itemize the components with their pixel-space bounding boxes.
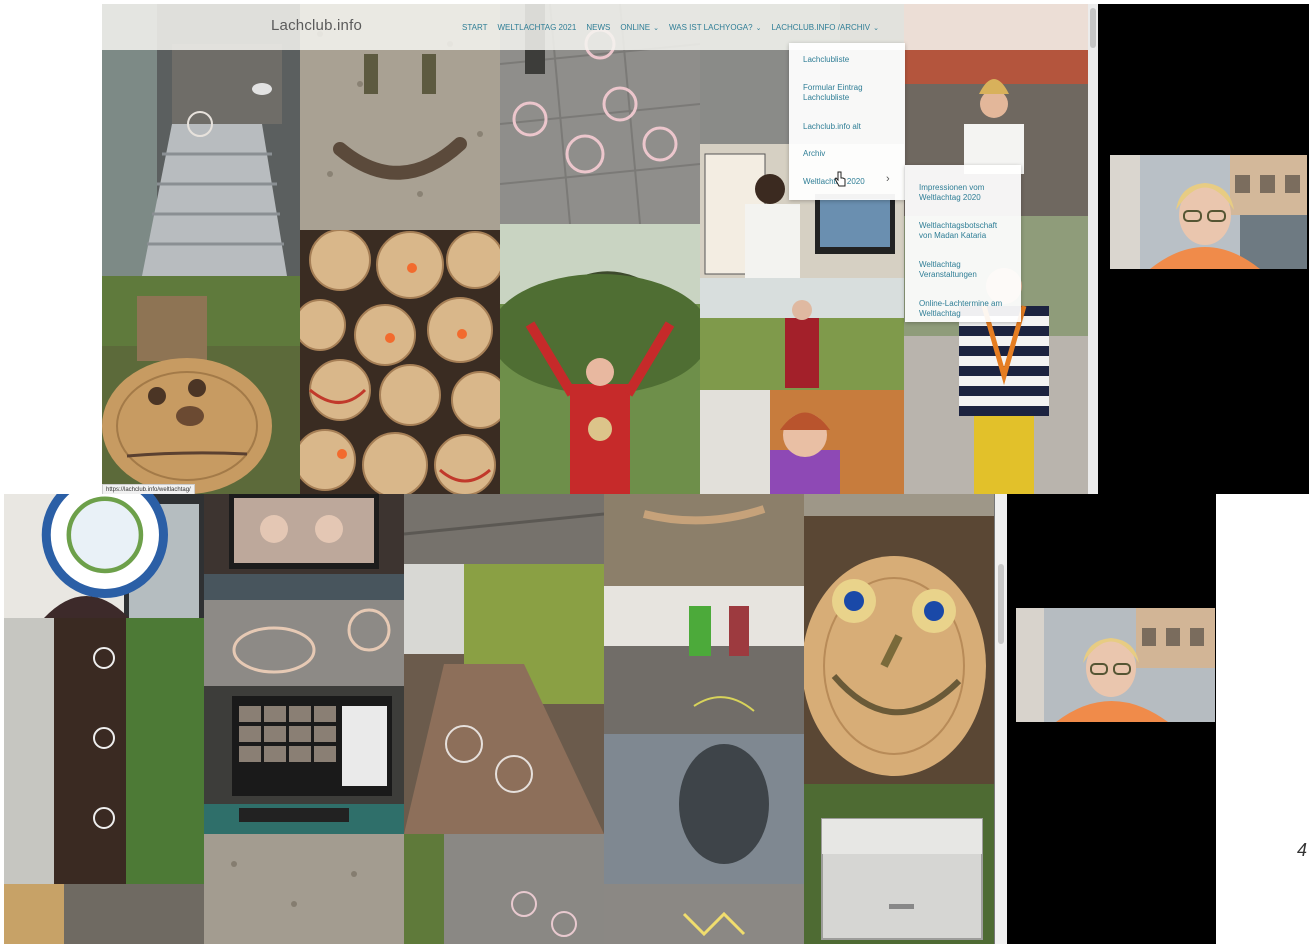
photo-woman-field — [700, 278, 904, 390]
video-panel-right-top — [1098, 4, 1309, 494]
photo-computer-zoom-call — [204, 494, 404, 600]
photo-pavement-chalk-drawing — [204, 600, 404, 686]
browser-window-lachclub: Lachclub.info START WELTLACHTAG 2021 NEW… — [102, 4, 1098, 494]
photo-monitor-zoom-gallery — [204, 686, 404, 834]
page-number: 4 — [1297, 840, 1308, 860]
photo-gravel-ground — [204, 834, 404, 944]
photo-woman-purple-door — [700, 390, 904, 494]
photo-woman-red-garden — [500, 224, 700, 494]
menu-item-lachclubliste[interactable]: Lachclubliste — [803, 55, 899, 65]
photo-log-face-blue-eyes — [804, 516, 994, 784]
scrollbar-thumb-bottom[interactable] — [998, 564, 1004, 644]
nav-item-weltlachtag-2021[interactable]: WELTLACHTAG 2021 — [497, 23, 576, 32]
photo-street-asphalt — [404, 494, 604, 564]
lachyoga-badge-icon — [41, 494, 168, 598]
photo-wooden-door-smileys — [4, 618, 204, 884]
photo-brick-path-chalk — [404, 564, 604, 834]
dropdown-weltlachtag-submenu: Impressionen vom Weltlachtag 2020 Weltla… — [905, 165, 1021, 322]
site-logo[interactable]: Lachclub.info — [271, 17, 362, 34]
photo-sand-chain — [604, 494, 804, 586]
photo-people-street-chalk — [604, 586, 804, 734]
participant-video-woman-glasses[interactable] — [1110, 155, 1307, 269]
menu-item-weltlachtag-veranstaltungen[interactable]: Weltlachtag Veranstaltungen — [919, 260, 999, 280]
vertical-scrollbar-bottom[interactable] — [995, 494, 1007, 944]
video-panel-right-bottom — [1007, 494, 1216, 944]
menu-item-impressionen[interactable]: Impressionen vom Weltlachtag 2020 — [919, 183, 1005, 203]
photo-gravel-strip — [804, 494, 994, 516]
chevron-right-icon: › — [886, 173, 890, 185]
vertical-scrollbar[interactable] — [1088, 4, 1098, 494]
gallery-window-bottom — [4, 494, 1007, 944]
menu-item-lachclub-info-alt[interactable]: Lachclub.info alt — [803, 122, 899, 132]
photo-tree-stump-face — [102, 276, 300, 494]
menu-item-online-lachtermine[interactable]: Online-Lachtermine am Weltlachtag — [919, 299, 1005, 319]
site-navbar: Lachclub.info START WELTLACHTAG 2021 NEW… — [102, 4, 1088, 50]
menu-item-archiv[interactable]: Archiv — [803, 149, 899, 159]
menu-item-formular-eintrag[interactable]: Formular Eintrag Lachclubliste — [803, 83, 883, 103]
chevron-down-icon: ⌄ — [653, 24, 659, 32]
photo-facade-wood — [4, 884, 204, 944]
hand-cursor-icon — [834, 171, 846, 187]
scrollbar-thumb[interactable] — [1090, 8, 1096, 48]
nav-item-start[interactable]: START — [462, 23, 487, 32]
nav-item-news[interactable]: NEWS — [586, 23, 610, 32]
photo-chalk-writing-sidewalk — [604, 884, 804, 944]
status-bar-url: https://lachclub.info/weltlachtag/ — [102, 484, 195, 494]
nav-item-online[interactable]: ONLINE ⌄ — [620, 23, 659, 32]
photo-log-pile-faces — [300, 230, 500, 494]
dropdown-archiv-menu: Lachclubliste Formular Eintrag Lachclubl… — [789, 43, 905, 200]
photo-blurry-shadow — [604, 734, 804, 884]
menu-item-weltlachtag-2020[interactable]: Weltlachtag 2020 — [803, 177, 899, 187]
menu-item-weltlachtagsbotschaft[interactable]: Weltlachtagsbotschaft von Madan Kataria — [919, 221, 1011, 241]
photo-mailbox-garden — [804, 784, 994, 944]
photo-sidewalk-chalk-smileys — [404, 834, 604, 944]
nav-item-lachclub-archiv[interactable]: LACHCLUB.INFO /ARCHIV ⌄ — [771, 23, 879, 32]
nav-item-was-ist-lachyoga[interactable]: WAS IST LACHYOGA? ⌄ — [669, 23, 761, 32]
participant-video-woman-glasses-2[interactable] — [1016, 608, 1215, 722]
participant-video-woman-dark-hair[interactable] — [4, 494, 204, 618]
chevron-down-icon: ⌄ — [873, 24, 880, 32]
chevron-down-icon: ⌄ — [755, 24, 762, 32]
